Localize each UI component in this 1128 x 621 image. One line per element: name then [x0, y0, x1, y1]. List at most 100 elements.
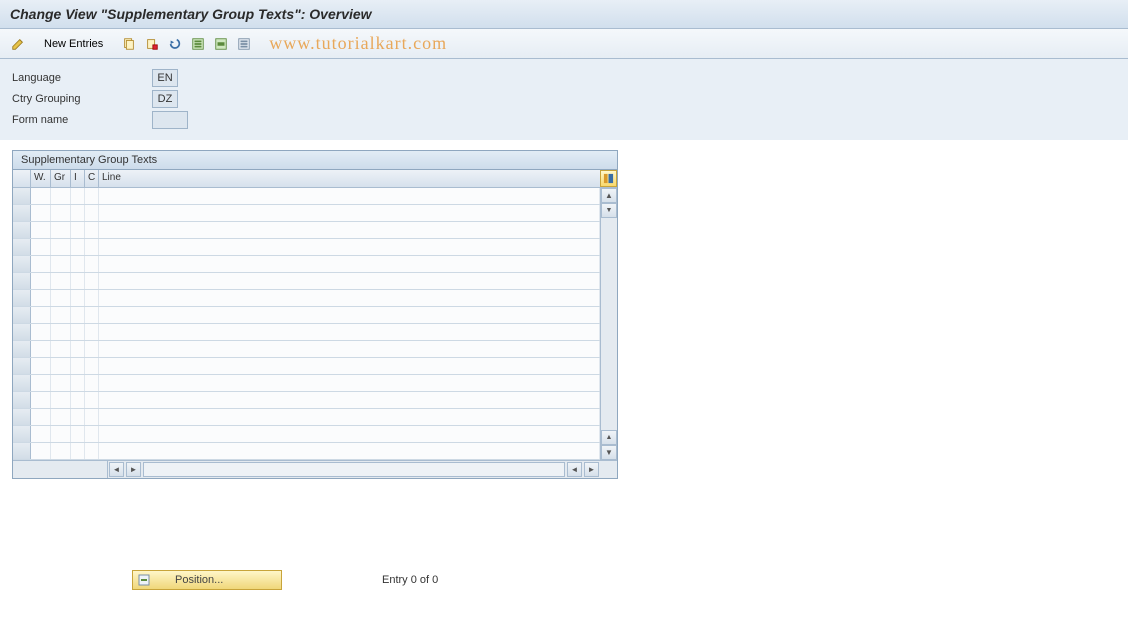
cell[interactable]: [31, 188, 51, 204]
col-header-gr[interactable]: Gr: [51, 170, 71, 187]
cell-line[interactable]: [99, 375, 600, 391]
cell[interactable]: [51, 273, 71, 289]
row-selector[interactable]: [13, 188, 31, 204]
table-row[interactable]: [13, 358, 600, 375]
cell[interactable]: [85, 205, 99, 221]
table-row[interactable]: [13, 324, 600, 341]
cell[interactable]: [71, 205, 85, 221]
cell[interactable]: [31, 290, 51, 306]
cell[interactable]: [71, 375, 85, 391]
cell-line[interactable]: [99, 392, 600, 408]
cell[interactable]: [85, 341, 99, 357]
cell[interactable]: [31, 324, 51, 340]
scroll-left2-icon[interactable]: ►: [126, 462, 141, 477]
cell-line[interactable]: [99, 256, 600, 272]
row-selector[interactable]: [13, 324, 31, 340]
row-selector[interactable]: [13, 273, 31, 289]
row-selector[interactable]: [13, 392, 31, 408]
cell[interactable]: [71, 443, 85, 459]
cell[interactable]: [51, 392, 71, 408]
table-row[interactable]: [13, 273, 600, 290]
cell-line[interactable]: [99, 341, 600, 357]
cell[interactable]: [51, 324, 71, 340]
cell[interactable]: [51, 358, 71, 374]
cell-line[interactable]: [99, 409, 600, 425]
cell[interactable]: [51, 256, 71, 272]
form-name-field[interactable]: [152, 111, 188, 129]
scroll-right2-icon[interactable]: ◄: [567, 462, 582, 477]
cell[interactable]: [31, 256, 51, 272]
table-row[interactable]: [13, 239, 600, 256]
row-selector[interactable]: [13, 443, 31, 459]
table-row[interactable]: [13, 443, 600, 460]
cell[interactable]: [31, 341, 51, 357]
cell[interactable]: [31, 307, 51, 323]
cell[interactable]: [71, 256, 85, 272]
cell[interactable]: [31, 222, 51, 238]
cell[interactable]: [51, 239, 71, 255]
cell[interactable]: [71, 307, 85, 323]
table-row[interactable]: [13, 375, 600, 392]
cell[interactable]: [51, 443, 71, 459]
cell[interactable]: [31, 409, 51, 425]
cell-line[interactable]: [99, 358, 600, 374]
scroll-left-icon[interactable]: ◄: [109, 462, 124, 477]
cell[interactable]: [51, 222, 71, 238]
cell[interactable]: [51, 426, 71, 442]
select-block-icon[interactable]: [211, 34, 231, 54]
cell[interactable]: [85, 375, 99, 391]
cell[interactable]: [71, 426, 85, 442]
cell[interactable]: [71, 358, 85, 374]
col-header-w[interactable]: W.: [31, 170, 51, 187]
cell[interactable]: [31, 358, 51, 374]
edit-icon[interactable]: [8, 34, 28, 54]
scroll-right-icon[interactable]: ►: [584, 462, 599, 477]
cell[interactable]: [31, 426, 51, 442]
table-row[interactable]: [13, 256, 600, 273]
cell[interactable]: [71, 392, 85, 408]
row-selector[interactable]: [13, 307, 31, 323]
table-row[interactable]: [13, 426, 600, 443]
cell[interactable]: [71, 409, 85, 425]
cell-line[interactable]: [99, 290, 600, 306]
table-row[interactable]: [13, 409, 600, 426]
row-selector[interactable]: [13, 341, 31, 357]
cell[interactable]: [71, 273, 85, 289]
cell[interactable]: [85, 392, 99, 408]
cell[interactable]: [31, 273, 51, 289]
scroll-pageup-icon[interactable]: ▼: [601, 203, 617, 218]
table-row[interactable]: [13, 188, 600, 205]
copy-icon[interactable]: [119, 34, 139, 54]
cell-line[interactable]: [99, 188, 600, 204]
cell-line[interactable]: [99, 307, 600, 323]
cell[interactable]: [31, 239, 51, 255]
col-header-c[interactable]: C: [85, 170, 99, 187]
cell[interactable]: [71, 222, 85, 238]
row-selector[interactable]: [13, 222, 31, 238]
cell[interactable]: [85, 256, 99, 272]
row-selector[interactable]: [13, 426, 31, 442]
cell[interactable]: [71, 188, 85, 204]
language-field[interactable]: [152, 69, 178, 87]
cell[interactable]: [51, 307, 71, 323]
cell[interactable]: [71, 290, 85, 306]
table-row[interactable]: [13, 222, 600, 239]
cell[interactable]: [85, 188, 99, 204]
scroll-up-icon[interactable]: ▲: [601, 188, 617, 203]
cell[interactable]: [51, 375, 71, 391]
cell-line[interactable]: [99, 443, 600, 459]
hscroll-track[interactable]: [143, 462, 565, 477]
cell[interactable]: [51, 205, 71, 221]
deselect-all-icon[interactable]: [234, 34, 254, 54]
col-header-i[interactable]: I: [71, 170, 85, 187]
horizontal-scrollbar[interactable]: ◄ ► ◄ ►: [13, 460, 617, 478]
cell-line[interactable]: [99, 205, 600, 221]
table-config-icon[interactable]: [600, 170, 617, 187]
cell[interactable]: [31, 392, 51, 408]
cell[interactable]: [51, 409, 71, 425]
table-row[interactable]: [13, 205, 600, 222]
cell[interactable]: [85, 426, 99, 442]
cell[interactable]: [85, 443, 99, 459]
row-selector[interactable]: [13, 375, 31, 391]
table-row[interactable]: [13, 392, 600, 409]
